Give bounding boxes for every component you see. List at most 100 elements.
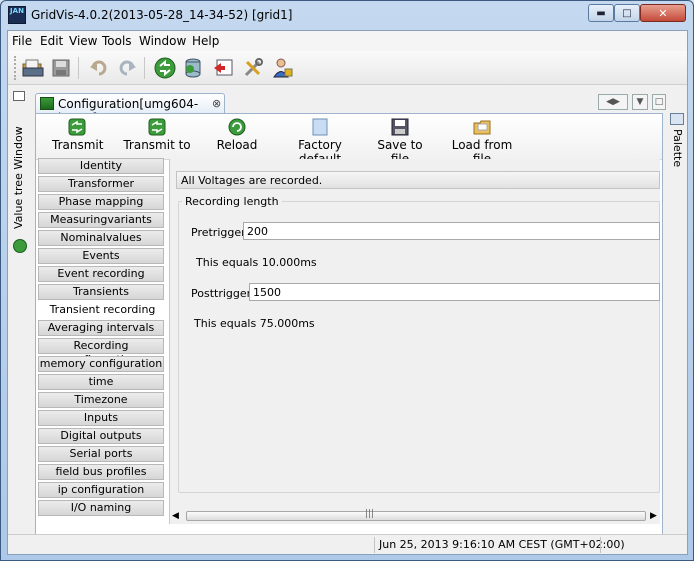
scrollbar-grip-icon: ||| [365,509,375,519]
reload-button[interactable]: Reload [216,116,258,158]
chevron-right-icon: ▶ [613,97,620,107]
minimize-button[interactable]: ▬ [588,4,614,22]
menu-help[interactable]: Help [192,34,219,48]
database-sync-icon[interactable] [180,55,206,81]
recording-length-title: Recording length [182,195,282,208]
nav-item-digital-outputs[interactable]: Digital outputs [38,428,164,444]
reload-label: Reload [216,138,258,152]
toolbar-separator [78,57,79,79]
export-icon[interactable] [210,55,236,81]
maximize-button[interactable]: □ [614,4,640,22]
maximize-editor-button[interactable]: □ [652,94,666,110]
close-icon: ✕ [658,6,668,20]
main-toolbar [8,51,687,85]
tab-configuration[interactable]: Configuration[umg604-he.tst] ⊗ [35,93,225,125]
toolbar-separator [144,57,145,79]
nav-item-events[interactable]: Events [38,248,164,264]
transmit-to-icon [148,118,166,136]
menu-window[interactable]: Window [139,34,186,48]
close-button[interactable]: ✕ [640,4,686,22]
tools-icon[interactable] [240,55,266,81]
pretrigger-input[interactable]: 200 [243,222,660,240]
toolbar-grip[interactable] [14,56,18,80]
tab-close-icon[interactable]: ⊗ [212,97,221,110]
transmit-button[interactable]: Transmit [52,116,104,158]
nav-item-phase-mapping[interactable]: Phase mapping [38,194,164,210]
save-to-file-icon [391,118,409,136]
nav-item-field-bus-profiles[interactable]: field bus profiles [38,464,164,480]
nav-item-memory-configuration[interactable]: memory configuration [38,356,164,372]
status-datetime: Jun 25, 2013 9:16:10 AM CEST (GMT+02:00) [374,537,629,553]
posttrigger-input[interactable]: 1500 [249,283,660,301]
configuration-icon [40,97,54,110]
posttrigger-note: This equals 75.000ms [194,317,315,330]
scroll-right-icon[interactable]: ▶ [650,511,657,521]
menu-edit[interactable]: Edit [40,34,63,48]
nav-item-identity[interactable]: Identity [38,158,164,174]
menu-view[interactable]: View [69,34,97,48]
palette-icon [670,113,684,125]
sync-icon[interactable] [152,55,178,81]
menu-file[interactable]: File [12,34,32,48]
scrollbar-thumb[interactable]: ||| [186,509,646,521]
nav-item-transformer[interactable]: Transformer [38,176,164,192]
palette-tab[interactable]: Palette [668,111,686,171]
undo-icon[interactable] [86,55,112,81]
tab-scroll-buttons[interactable]: ◀ ▶ [598,94,628,110]
restore-window-icon[interactable] [13,91,25,101]
chevron-left-icon: ◀ [606,97,613,107]
load-from-file-icon [473,120,491,135]
title-bar[interactable]: JAN GridVis-4.0.2(2013-05-28_14-34-52) [… [1,1,693,29]
nav-item-nominalvalues[interactable]: Nominalvalues [38,230,164,246]
app-window: JAN GridVis-4.0.2(2013-05-28_14-34-52) [… [0,0,694,561]
value-tree-window-tab[interactable]: Value tree Window [10,119,30,289]
menu-tools[interactable]: Tools [102,34,132,48]
sync-icon [13,239,27,253]
nav-item-averaging-intervals[interactable]: Averaging intervals [38,320,164,336]
nav-item-serial-ports[interactable]: Serial ports [38,446,164,462]
pretrigger-note: This equals 10.000ms [196,256,317,269]
left-side-panel: Value tree Window [10,89,30,549]
transmit-label: Transmit [52,138,104,152]
chevron-down-icon: ▼ [636,97,644,107]
redo-icon[interactable] [114,55,140,81]
nav-item-ip-configuration[interactable]: ip configuration [38,482,164,498]
configuration-toolbar: Transmit Transmit to .. Reload Factory d… [36,114,662,166]
info-bar: All Voltages are recorded. [176,171,660,189]
app-icon-text: JAN [10,7,24,15]
recording-length-group [178,201,660,493]
open-folder-icon[interactable] [20,55,46,81]
posttrigger-label: Posttrigger [191,287,252,300]
status-bar: Jun 25, 2013 9:16:10 AM CEST (GMT+02:00) [8,534,687,554]
reload-icon [228,118,246,136]
scroll-left-icon[interactable]: ◀ [172,511,179,521]
nav-item-io-naming[interactable]: I/O naming [38,500,164,516]
nav-item-recording-configuration[interactable]: Recording configuration [38,338,164,366]
value-tree-window-label: Value tree Window [12,126,25,229]
save-to-file-button[interactable]: Save to file [370,116,430,166]
transmit-to-button[interactable]: Transmit to .. [122,116,192,166]
palette-label: Palette [671,129,684,168]
client-area: File Edit View Tools Window Help Value t… [7,30,688,555]
nav-item-transients[interactable]: Transients [38,284,164,300]
minimize-icon: ▬ [596,7,606,19]
gridvis-app-icon: JAN [8,6,26,24]
nav-item-event-recording[interactable]: Event recording [38,266,164,282]
user-lock-icon[interactable] [270,55,296,81]
nav-item-inputs[interactable]: Inputs [38,410,164,426]
nav-item-measuringvariants[interactable]: Measuringvariants [38,212,164,228]
nav-item-timezone[interactable]: Timezone [38,392,164,408]
tab-list-button[interactable]: ▼ [632,94,648,110]
window-title: GridVis-4.0.2(2013-05-28_14-34-52) [grid… [31,8,293,22]
pretrigger-label: Pretrigger [191,226,246,239]
menu-bar: File Edit View Tools Window Help [8,31,687,51]
load-from-file-button[interactable]: Load from file [444,116,520,166]
transmit-icon [68,118,86,136]
maximize-icon: □ [654,97,664,107]
status-empty-cell [600,537,680,553]
factory-default-button[interactable]: Factory default [280,116,360,166]
nav-item-time[interactable]: time [38,374,164,390]
save-icon[interactable] [48,55,74,81]
horizontal-scrollbar[interactable]: ◀ ||| ▶ [170,509,660,523]
nav-item-transient-recording[interactable]: Transient recording [38,302,166,318]
